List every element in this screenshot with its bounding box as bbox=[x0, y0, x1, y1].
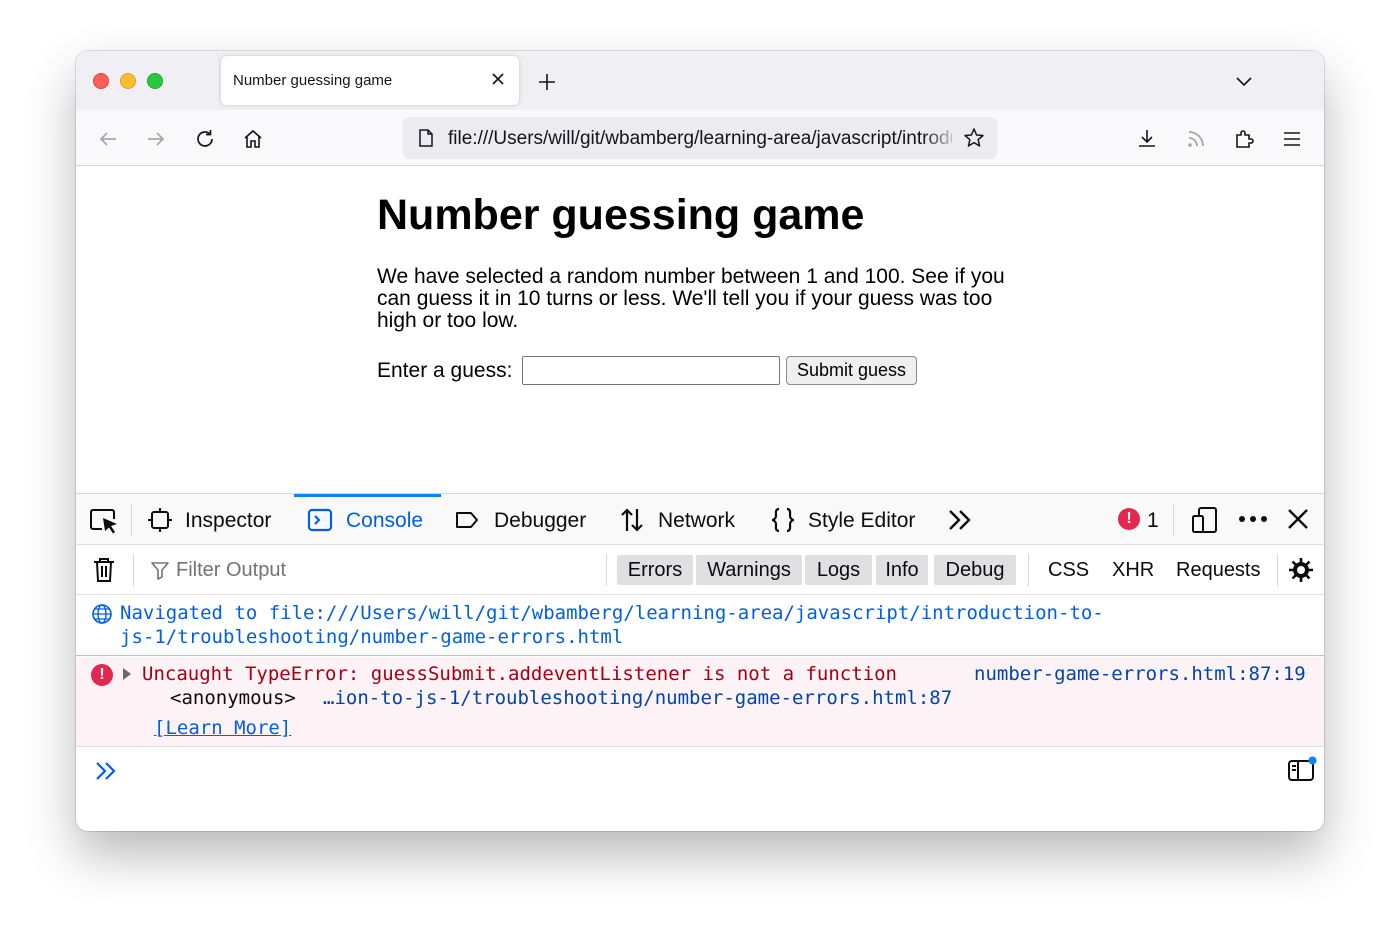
devtools-toolbar: Inspector Console Debugger Network Style… bbox=[76, 494, 1324, 545]
sidebar-toggle-icon[interactable] bbox=[1287, 756, 1317, 782]
reload-icon[interactable] bbox=[193, 127, 217, 151]
filter-icon bbox=[151, 562, 169, 580]
learn-more-link[interactable]: [Learn More] bbox=[154, 717, 291, 739]
url-fade bbox=[923, 117, 959, 159]
guess-input[interactable] bbox=[522, 356, 780, 385]
error-count: 1 bbox=[1147, 509, 1159, 532]
filter-errors-button[interactable]: Errors bbox=[617, 555, 693, 585]
tab-inspector[interactable]: Inspector bbox=[147, 494, 287, 545]
tab-strip: Number guessing game bbox=[76, 51, 1324, 110]
close-icon[interactable] bbox=[489, 70, 507, 88]
tab-style-editor[interactable]: Style Editor bbox=[770, 494, 930, 545]
page-content: Number guessing game We have selected a … bbox=[76, 167, 1324, 493]
filter-logs-button[interactable]: Logs bbox=[805, 555, 872, 585]
filter-requests-button[interactable]: Requests bbox=[1176, 559, 1261, 582]
network-icon bbox=[621, 508, 643, 532]
chevron-down-icon[interactable] bbox=[1234, 71, 1254, 91]
intro-paragraph: We have selected a random number between… bbox=[377, 265, 1005, 332]
navigation-message: Navigated to file:///Users/will/git/wbam… bbox=[76, 596, 1324, 656]
debugger-icon bbox=[456, 512, 478, 528]
braces-icon bbox=[771, 507, 795, 533]
expand-arrow-icon[interactable] bbox=[123, 668, 131, 680]
filter-xhr-button[interactable]: XHR bbox=[1112, 559, 1154, 582]
page-icon bbox=[419, 129, 433, 147]
back-icon[interactable] bbox=[96, 127, 120, 151]
filter-output-input[interactable]: Filter Output bbox=[176, 559, 286, 582]
element-picker-icon[interactable] bbox=[89, 507, 119, 535]
tab-title: Number guessing game bbox=[233, 72, 393, 89]
tab-console[interactable]: Console bbox=[307, 494, 437, 545]
tab-network[interactable]: Network bbox=[619, 494, 749, 545]
filter-warnings-button[interactable]: Warnings bbox=[696, 555, 802, 585]
filter-info-button[interactable]: Info bbox=[876, 555, 928, 585]
filter-debug-button[interactable]: Debug bbox=[934, 555, 1016, 585]
stack-frame-function: <anonymous> bbox=[170, 687, 296, 709]
devtools-panel: Inspector Console Debugger Network Style… bbox=[76, 493, 1324, 831]
error-icon: ! bbox=[91, 664, 113, 686]
url-bar[interactable]: file:///Users/will/git/wbamberg/learning… bbox=[403, 117, 997, 159]
tab-debugger[interactable]: Debugger bbox=[454, 494, 599, 545]
star-icon[interactable] bbox=[963, 127, 985, 149]
rss-icon[interactable] bbox=[1184, 127, 1208, 151]
tab-debugger-label: Debugger bbox=[494, 509, 587, 532]
url-text: file:///Users/will/git/wbamberg/learning… bbox=[448, 128, 952, 149]
inspector-icon bbox=[148, 508, 172, 532]
globe-icon bbox=[92, 604, 112, 624]
new-tab-icon[interactable] bbox=[536, 71, 558, 93]
menu-icon[interactable] bbox=[1280, 127, 1304, 151]
stack-frame-location-link[interactable]: …ion-to-js-1/troubleshooting/number-game… bbox=[323, 687, 952, 709]
browser-window: Number guessing game file:///Users/will/… bbox=[76, 51, 1324, 831]
error-location-link[interactable]: number-game-errors.html:87:19 bbox=[974, 663, 1306, 685]
tab-inspector-label: Inspector bbox=[185, 509, 272, 532]
forward-icon[interactable] bbox=[144, 127, 168, 151]
responsive-design-icon[interactable] bbox=[1191, 506, 1219, 534]
extensions-icon[interactable] bbox=[1232, 127, 1256, 151]
download-icon[interactable] bbox=[1135, 127, 1159, 151]
minimize-window-button[interactable] bbox=[120, 73, 136, 89]
navigation-toolbar: file:///Users/will/git/wbamberg/learning… bbox=[76, 110, 1324, 166]
navigation-message-line1: Navigated to file:///Users/will/git/wbam… bbox=[120, 602, 1104, 624]
tab-network-label: Network bbox=[658, 509, 736, 532]
navigation-message-line2: js-1/troubleshooting/number-game-errors.… bbox=[120, 626, 624, 648]
close-devtools-icon[interactable] bbox=[1287, 508, 1309, 530]
close-window-button[interactable] bbox=[93, 73, 109, 89]
console-icon bbox=[307, 508, 333, 532]
error-message: ! Uncaught TypeError: guessSubmit.addeve… bbox=[76, 657, 1324, 747]
home-icon[interactable] bbox=[241, 127, 265, 151]
gear-icon[interactable] bbox=[1287, 556, 1315, 584]
console-prompt-icon[interactable] bbox=[94, 760, 118, 782]
error-message-text: Uncaught TypeError: guessSubmit.addevent… bbox=[142, 663, 897, 685]
page-heading: Number guessing game bbox=[377, 191, 865, 239]
more-tools-icon[interactable] bbox=[947, 508, 973, 532]
submit-guess-button[interactable]: Submit guess bbox=[786, 356, 917, 385]
browser-tab[interactable]: Number guessing game bbox=[221, 56, 519, 105]
more-options-icon[interactable] bbox=[1238, 512, 1268, 526]
error-count-icon[interactable]: ! bbox=[1118, 508, 1140, 530]
trash-icon[interactable] bbox=[92, 556, 116, 584]
console-filter-bar: Filter Output Errors Warnings Logs Info … bbox=[76, 545, 1324, 595]
tab-console-label: Console bbox=[346, 509, 424, 532]
filter-css-button[interactable]: CSS bbox=[1048, 559, 1089, 582]
tab-style-editor-label: Style Editor bbox=[808, 509, 916, 532]
guess-label: Enter a guess: bbox=[377, 359, 513, 382]
maximize-window-button[interactable] bbox=[147, 73, 163, 89]
